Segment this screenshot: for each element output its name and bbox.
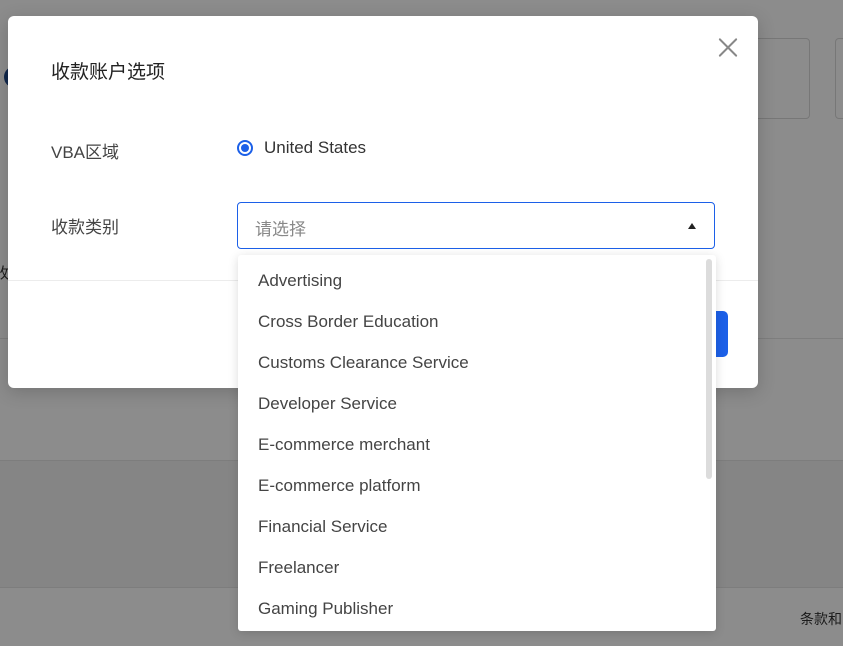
radio-selected-dot xyxy=(241,144,249,152)
dropdown-option[interactable]: E-commerce platform xyxy=(258,476,420,496)
dropdown-option[interactable]: Gaming Publisher xyxy=(258,599,393,619)
dropdown-option[interactable]: Freelancer xyxy=(258,558,339,578)
vba-region-label: VBA区域 xyxy=(51,143,120,162)
radio-label: United States xyxy=(264,138,367,157)
collection-type-select[interactable]: 请选择 xyxy=(237,202,715,249)
collection-type-dropdown: Advertising Cross Border Education Custo… xyxy=(238,255,716,631)
dropdown-option[interactable]: E-commerce merchant xyxy=(258,435,430,455)
dropdown-option[interactable]: Advertising xyxy=(258,271,342,291)
modal-title: 收款账户选项 xyxy=(51,62,166,83)
dropdown-option[interactable]: Developer Service xyxy=(258,394,397,414)
vba-region-radio-united-states[interactable]: United States xyxy=(237,138,366,158)
close-icon[interactable] xyxy=(715,34,741,60)
dropdown-option[interactable]: Cross Border Education xyxy=(258,312,438,332)
radio-button[interactable] xyxy=(237,140,253,156)
dropdown-option[interactable]: Customs Clearance Service xyxy=(258,353,469,373)
dropdown-option[interactable]: Financial Service xyxy=(258,517,387,537)
collection-type-label: 收款类别 xyxy=(51,218,119,237)
caret-up-icon xyxy=(688,223,696,229)
dropdown-scrollbar-thumb[interactable] xyxy=(706,259,712,479)
select-placeholder: 请选择 xyxy=(255,220,306,239)
